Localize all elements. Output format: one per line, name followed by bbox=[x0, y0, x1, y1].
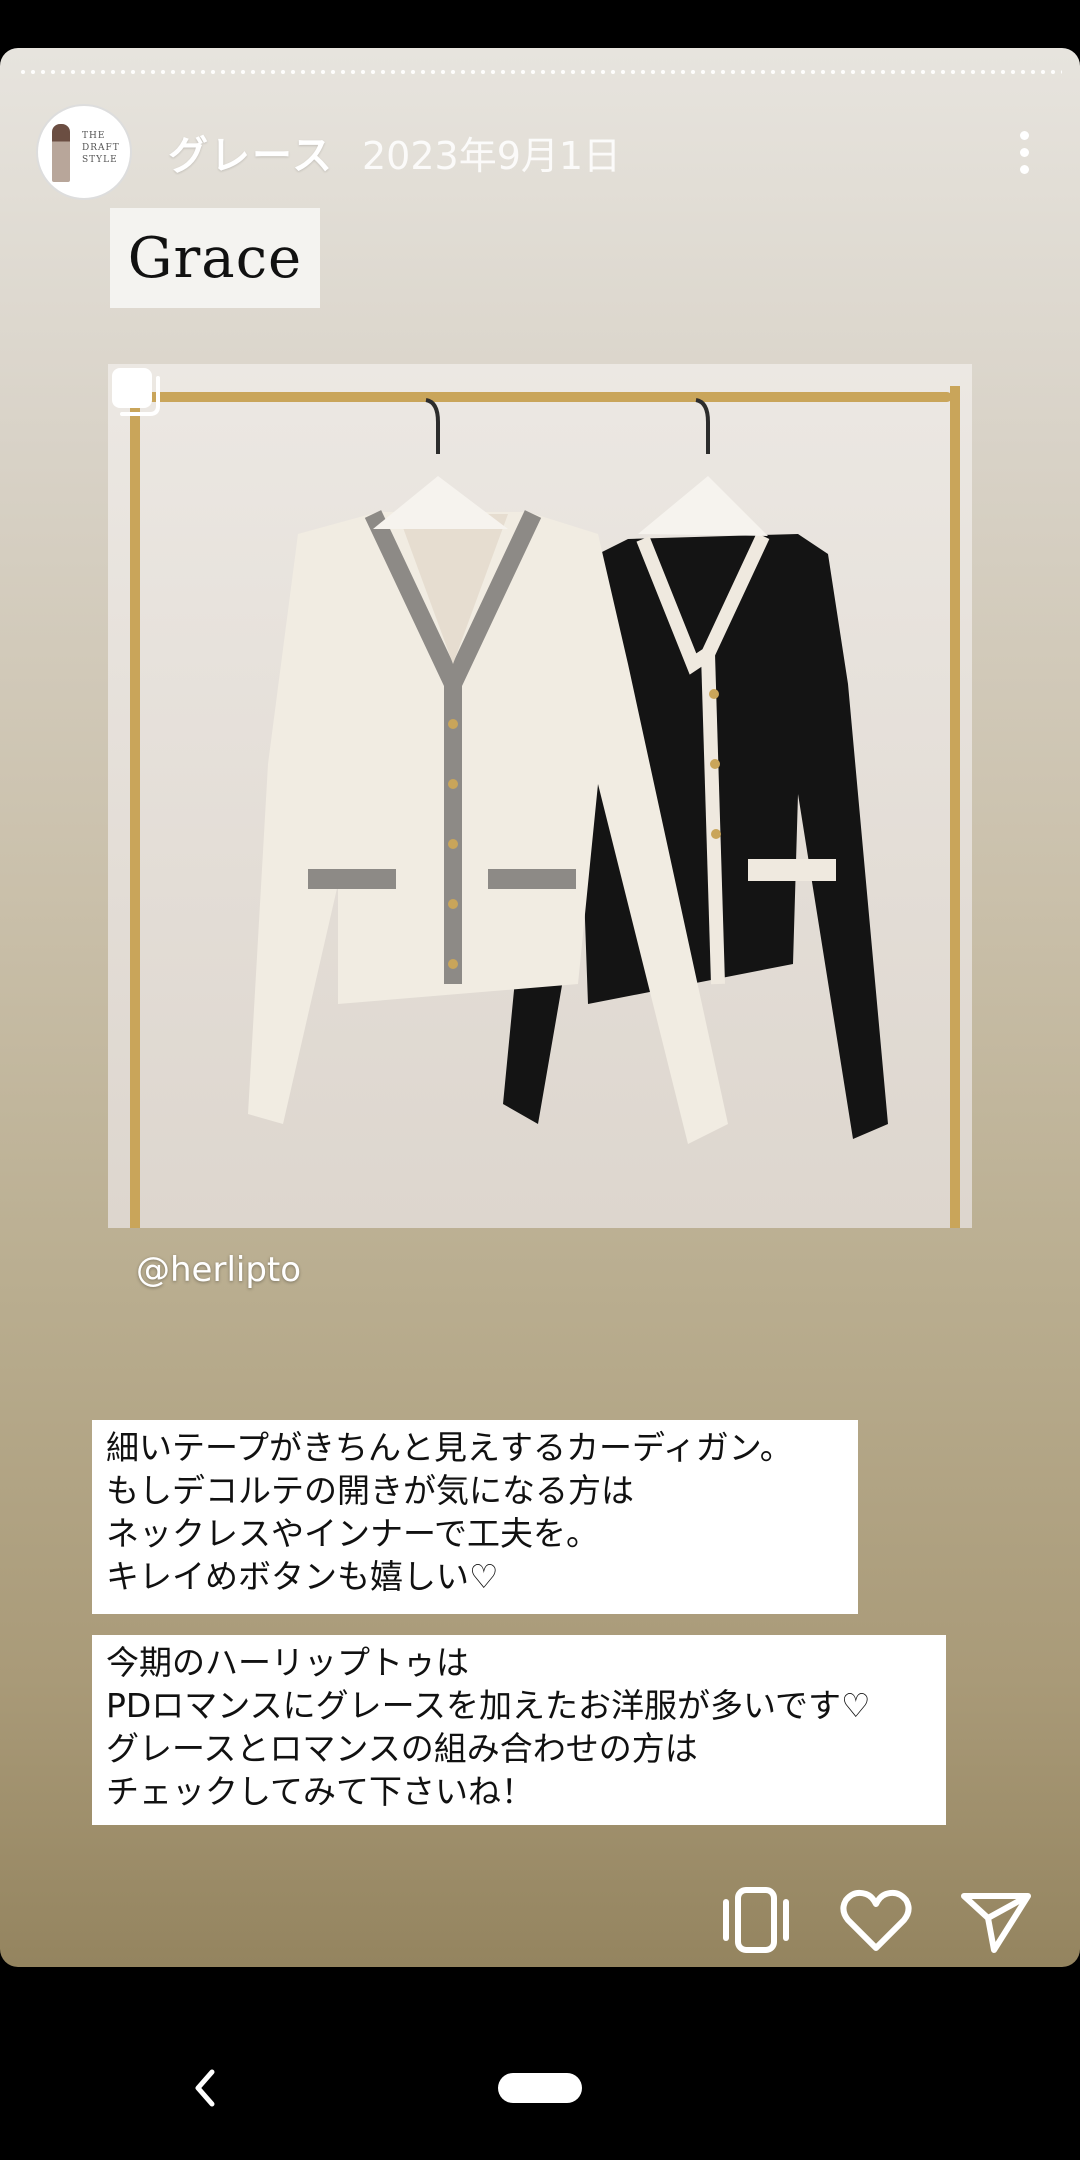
avatar[interactable]: THE DRAFT STYLE bbox=[36, 104, 132, 200]
story-actions bbox=[0, 1880, 1080, 1960]
home-pill[interactable] bbox=[498, 2073, 582, 2103]
stories-icon[interactable] bbox=[716, 1880, 796, 1960]
post-date: 2023年9月1日 bbox=[362, 133, 622, 178]
more-vert-icon[interactable] bbox=[1004, 122, 1044, 182]
caption-box-1: 細いテープがきちんと見えするカーディガン。 もしデコルテの開きが気になる方は ネ… bbox=[92, 1420, 858, 1614]
system-nav-bar bbox=[0, 1967, 1080, 2160]
story-progress-bar bbox=[18, 70, 1062, 74]
status-bar bbox=[0, 0, 1080, 48]
title-label: Grace bbox=[110, 208, 320, 308]
cardigan-photo bbox=[108, 364, 972, 1228]
multi-image-icon bbox=[112, 368, 160, 416]
back-icon[interactable] bbox=[190, 2066, 220, 2110]
send-icon[interactable] bbox=[956, 1880, 1036, 1960]
caption-box-2: 今期のハーリップトゥは PDロマンスにグレースを加えたお洋服が多いです♡ グレー… bbox=[92, 1635, 946, 1825]
cardigan-illustration bbox=[128, 386, 960, 1228]
avatar-figure bbox=[52, 124, 70, 182]
photo-credit[interactable]: @herlipto bbox=[136, 1250, 301, 1290]
story-header: THE DRAFT STYLE グレース 2023年9月1日 bbox=[36, 104, 1044, 200]
avatar-logo-text: THE DRAFT STYLE bbox=[82, 131, 120, 165]
username[interactable]: グレース bbox=[168, 123, 334, 181]
story-view[interactable]: THE DRAFT STYLE グレース 2023年9月1日 Grace @he… bbox=[0, 48, 1080, 1967]
heart-icon[interactable] bbox=[836, 1880, 916, 1960]
